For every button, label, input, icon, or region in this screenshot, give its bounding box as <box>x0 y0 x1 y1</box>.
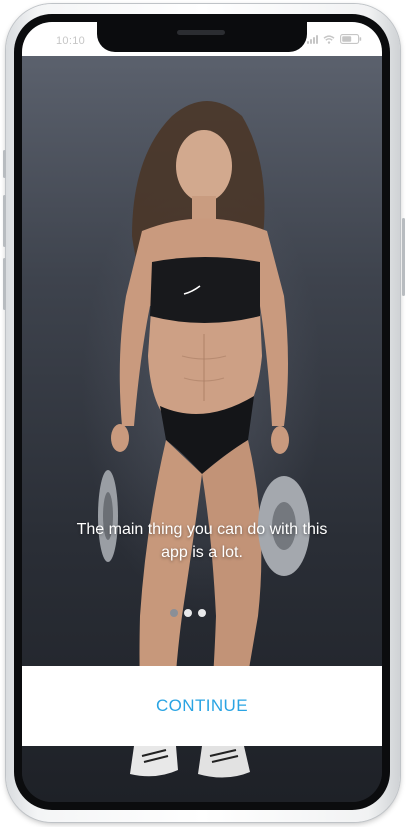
volume-up-button <box>3 195 6 247</box>
status-time: 10:10 <box>56 35 86 47</box>
page-indicator <box>170 609 206 617</box>
volume-down-button <box>3 258 6 310</box>
page-dot-1 <box>170 609 178 617</box>
battery-icon <box>340 34 362 44</box>
onboarding-message: The main thing you can do with this app … <box>76 521 328 561</box>
power-button <box>402 218 405 296</box>
app-screen: 10:10 The main thing you can do with thi… <box>22 22 382 802</box>
wifi-icon <box>323 34 335 44</box>
continue-button[interactable]: CONTINUE <box>22 666 382 746</box>
speaker-grille <box>177 30 225 35</box>
mute-switch <box>3 150 6 178</box>
hero-background: The main thing you can do with this app … <box>22 56 382 802</box>
notch <box>97 22 307 52</box>
page-dot-3 <box>198 609 206 617</box>
status-icons <box>307 34 362 44</box>
page-dot-2-active <box>184 609 192 617</box>
signal-icon <box>307 34 318 44</box>
